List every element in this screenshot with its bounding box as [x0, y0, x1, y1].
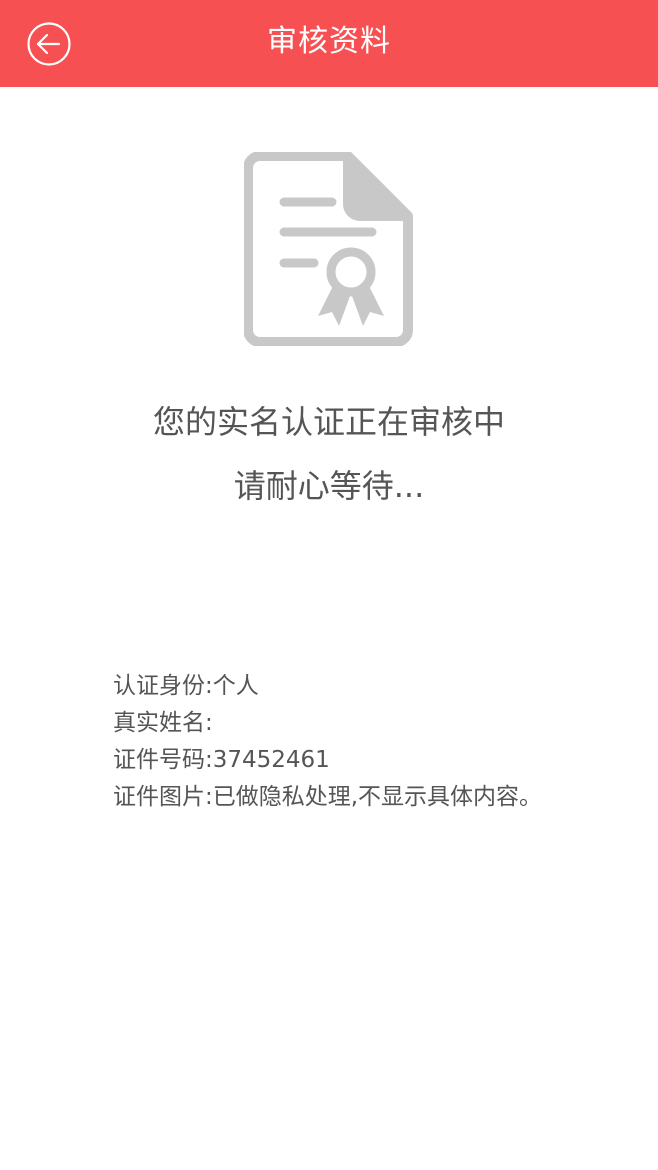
info-row-id-number: 证件号码:37452461 — [113, 742, 633, 779]
certificate-document-icon — [243, 151, 414, 347]
status-message: 您的实名认证正在审核中 — [152, 403, 505, 441]
info-label: 证件图片: — [113, 784, 213, 810]
info-label: 真实姓名: — [113, 710, 213, 736]
info-row-name: 真实姓名: — [113, 705, 633, 742]
page-title: 审核资料 — [267, 24, 391, 59]
info-label: 认证身份: — [113, 673, 213, 699]
info-list: 认证身份:个人 真实姓名: 证件号码:37452461 证件图片:已做隐私处理,… — [113, 668, 633, 816]
wait-message: 请耐心等待... — [233, 467, 425, 505]
info-value: 已做隐私处理,不显示具体内容。 — [212, 784, 543, 810]
info-value: 37452461 — [212, 747, 330, 773]
info-label: 证件号码: — [113, 747, 213, 773]
info-row-id-image: 证件图片:已做隐私处理,不显示具体内容。 — [113, 779, 633, 816]
info-value: 个人 — [212, 673, 259, 699]
info-row-identity: 认证身份:个人 — [113, 668, 633, 705]
app-header: 审核资料 — [0, 0, 658, 87]
